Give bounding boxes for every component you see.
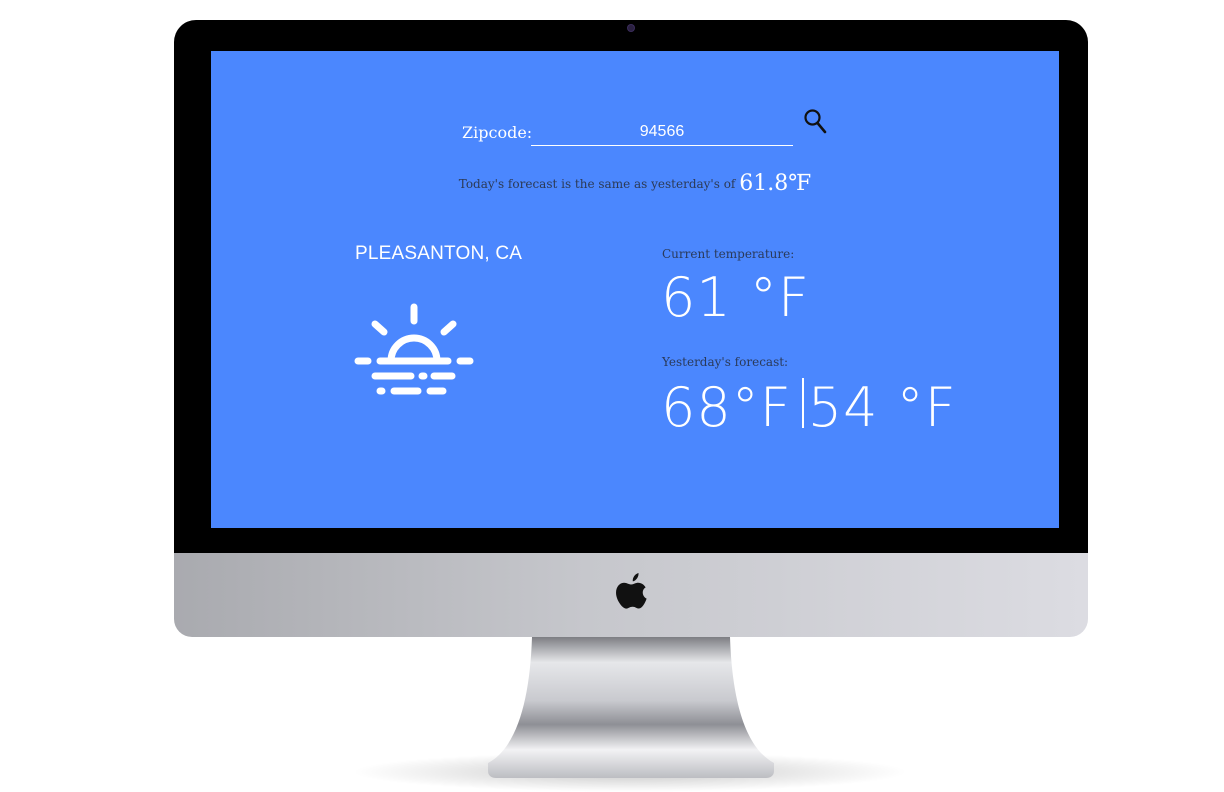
yesterday-low: 54 °F <box>807 376 957 439</box>
search-button[interactable] <box>803 108 829 136</box>
apple-logo-icon <box>616 573 647 609</box>
temp-separator <box>801 378 804 428</box>
camera <box>628 25 634 31</box>
forecast-comparison-text: Today's forecast is the same as yesterda… <box>458 177 736 191</box>
zipcode-label: Zipcode: <box>462 123 533 142</box>
monitor-stand <box>488 637 774 778</box>
search-icon <box>804 109 827 134</box>
current-temp-value: 61 °F <box>661 266 810 329</box>
current-temp-label: Current temperature: <box>662 247 795 261</box>
yesterday-high: 68°F <box>661 376 792 439</box>
yesterday-forecast-values: 68°F 54 °F <box>661 378 957 435</box>
yesterday-forecast-label: Yesterday's forecast: <box>662 355 789 369</box>
city-name: PLEASANTON, CA <box>355 243 523 264</box>
sunrise-fog-icon <box>354 303 474 395</box>
forecast-comparison: Today's forecast is the same as yesterda… <box>211 171 1059 196</box>
zipcode-input[interactable] <box>531 119 793 146</box>
forecast-comparison-temp: 61.8℉ <box>739 171 812 196</box>
weather-app-screen: Zipcode: Today's forecast is the same as… <box>211 51 1059 528</box>
monitor-chin <box>174 553 1088 637</box>
zipcode-search-row: Zipcode: <box>462 111 842 151</box>
